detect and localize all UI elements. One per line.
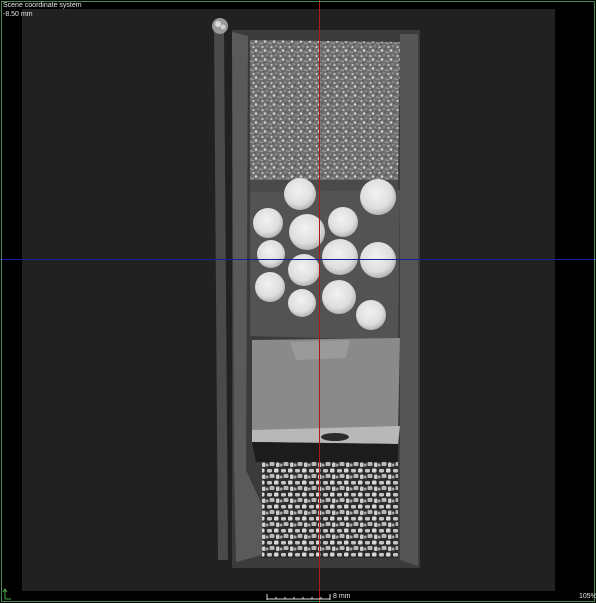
coarse-gravel-layer <box>262 462 398 558</box>
tube-right-wall <box>400 34 418 566</box>
fine-sand-layer <box>250 40 400 182</box>
scale-bar <box>266 594 331 600</box>
zoom-level-readout: 105% <box>579 593 596 600</box>
scale-bar-label: 8 mm <box>333 593 351 600</box>
axis-arrow-icon <box>2 588 11 600</box>
ct-slice-viewport[interactable]: Scene coordinate system -8.50 mm 8 mm 10… <box>0 0 596 603</box>
slice-position-readout: -8.50 mm <box>3 11 33 18</box>
horizontal-crosshair[interactable] <box>0 259 596 260</box>
coordinate-system-label: Scene coordinate system <box>3 2 82 9</box>
ct-scan-slice-image[interactable] <box>0 0 596 603</box>
vertical-crosshair[interactable] <box>319 0 320 603</box>
